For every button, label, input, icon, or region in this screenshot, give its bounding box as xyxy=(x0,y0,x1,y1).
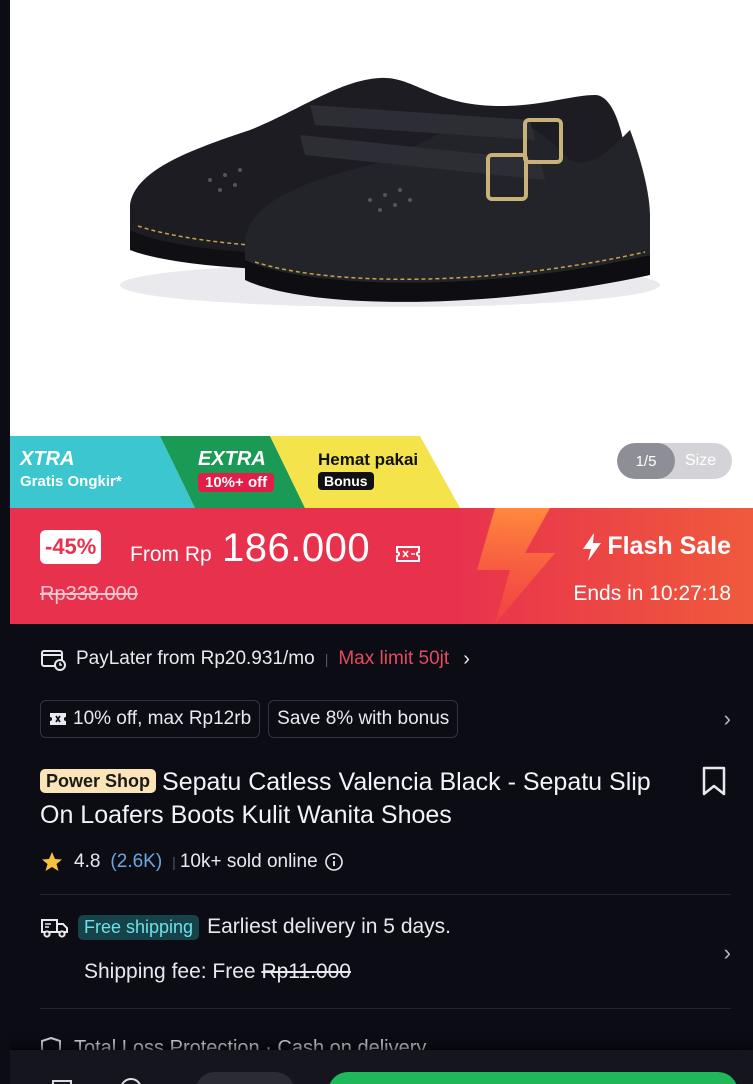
coupon-icon xyxy=(50,713,66,725)
add-to-cart-button[interactable] xyxy=(195,1072,295,1084)
chevron-right-icon[interactable]: › xyxy=(724,940,731,966)
delivery-eta: Earliest delivery in 5 days. xyxy=(207,915,452,938)
product-image[interactable] xyxy=(10,0,753,436)
chevron-right-icon[interactable]: › xyxy=(724,706,731,732)
voucher-icon[interactable] xyxy=(395,544,421,564)
flash-sale-banner: -45% From Rp 186.000 Rp338.000 Flash Sal… xyxy=(10,508,753,624)
original-price: Rp338.000 xyxy=(40,583,138,605)
from-label: From Rp xyxy=(130,543,212,566)
hemat-title: Hemat pakai xyxy=(318,450,419,469)
image-counter[interactable]: 1/5 Size xyxy=(617,443,732,479)
bookmark-icon[interactable] xyxy=(701,766,727,796)
flash-sale-text: Flash Sale xyxy=(607,532,731,560)
delivery-truck-icon xyxy=(41,919,68,938)
rating-count[interactable]: (2.6K) xyxy=(110,851,162,873)
buy-now-button[interactable] xyxy=(328,1072,738,1084)
lightning-bg-icon xyxy=(477,508,555,624)
power-shop-badge: Power Shop xyxy=(40,769,157,793)
shoe-illustration xyxy=(120,77,660,307)
extra-sub: 10%+ off xyxy=(198,473,275,492)
chevron-right-icon: › xyxy=(463,647,470,670)
size-label[interactable]: Size xyxy=(685,452,716,470)
rating-score: 4.8 xyxy=(74,851,101,872)
separator: | xyxy=(324,651,329,667)
sold-count: 10k+ sold online xyxy=(179,851,318,872)
info-icon[interactable] xyxy=(324,852,344,872)
voucher-row[interactable]: 10% off, max Rp12rb Save 8% with bonus xyxy=(40,700,459,738)
sale-price: 186.000 xyxy=(222,526,371,570)
voucher-chip[interactable]: Save 8% with bonus xyxy=(268,700,459,738)
shipping-fee-original: Rp11.000 xyxy=(261,960,351,983)
image-index: 1/5 xyxy=(617,443,675,479)
screen-edge xyxy=(0,0,10,1084)
shipping-row[interactable]: Free shipping Earliest delivery in 5 day… xyxy=(40,914,451,940)
paylater-limit: Max limit 50jt xyxy=(338,648,450,669)
product-title: Power Shop Sepatu Catless Valencia Black … xyxy=(40,766,680,832)
separator: | xyxy=(172,854,176,870)
paylater-text: PayLater from Rp20.931/mo xyxy=(76,648,315,669)
star-icon xyxy=(42,852,62,871)
lightning-icon xyxy=(583,532,602,561)
divider xyxy=(40,894,731,895)
shipping-fee-label: Shipping fee: Free xyxy=(84,960,256,983)
voucher-chip[interactable]: 10% off, max Rp12rb xyxy=(40,700,261,738)
shop-icon[interactable] xyxy=(52,1080,72,1084)
flash-sale-label: Flash Sale xyxy=(581,532,731,561)
rating-row[interactable]: 4.8 (2.6K) | 10k+ sold online xyxy=(40,850,344,874)
divider xyxy=(40,1008,731,1009)
free-shipping-tag: Free shipping xyxy=(78,914,200,940)
voucher-text: Save 8% with bonus xyxy=(277,708,450,729)
paylater-icon xyxy=(41,650,66,671)
paylater-row[interactable]: PayLater from Rp20.931/mo | Max limit 50… xyxy=(40,646,470,672)
hemat-sub: Bonus xyxy=(318,472,374,490)
voucher-text: 10% off, max Rp12rb xyxy=(73,708,252,729)
countdown: Ends in 10:27:18 xyxy=(573,582,731,605)
discount-badge: -45% xyxy=(40,530,102,564)
shipping-fee: Shipping fee: Free Rp11.000 xyxy=(84,960,351,984)
